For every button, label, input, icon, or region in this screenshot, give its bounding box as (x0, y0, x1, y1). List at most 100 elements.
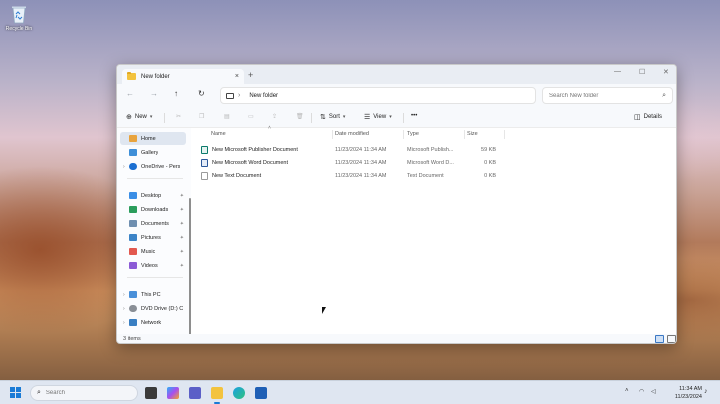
column-header-date[interactable]: Date modified (335, 131, 369, 137)
file-name: New Microsoft Word Document (212, 160, 289, 166)
share-icon[interactable]: ⇪ (272, 113, 277, 120)
divider (127, 178, 183, 179)
refresh-icon[interactable]: ↻ (198, 89, 205, 98)
search-input[interactable] (549, 92, 663, 99)
forward-arrow-icon[interactable]: → (150, 89, 158, 98)
clock-date: 11/23/2024 (674, 394, 702, 400)
start-button[interactable] (10, 387, 21, 398)
column-divider[interactable] (403, 130, 404, 139)
edge-icon[interactable] (233, 387, 245, 399)
sidebar-item-pictures[interactable]: Pictures ✦ (120, 231, 186, 244)
divider (403, 113, 404, 123)
command-bar: ⊕ New ▾ ✂ ❐ ▤ ▭ ⇪ 🗑 ⇅ Sort ▾ ☰ View ▾ ••… (117, 108, 676, 128)
sidebar-item-home[interactable]: Home (120, 132, 186, 145)
column-divider[interactable] (504, 130, 505, 139)
file-type: Microsoft Publish... (407, 147, 454, 153)
file-type: Microsoft Word D... (407, 160, 454, 166)
view-icon: ☰ (364, 114, 371, 121)
table-row[interactable]: New Microsoft Word Document 11/23/2024 1… (201, 157, 504, 169)
column-divider[interactable] (332, 130, 333, 139)
network-icon (129, 319, 137, 326)
new-tab-button[interactable]: + (248, 70, 253, 80)
sort-ascending-icon: ˄ (268, 125, 271, 131)
tab-close-icon[interactable]: × (235, 73, 239, 80)
copy-icon[interactable]: ❐ (199, 113, 204, 120)
desktop-icon (129, 192, 137, 199)
recycle-bin-desktop-icon[interactable]: Recycle Bin (4, 4, 34, 32)
folder-icon (127, 71, 136, 80)
details-view-icon[interactable] (655, 335, 664, 343)
sidebar-item-this-pc[interactable]: › This PC (120, 288, 186, 301)
path-segment-new-folder[interactable]: New folder (249, 93, 278, 99)
sidebar-item-network[interactable]: › Network (120, 316, 186, 329)
search-icon: ⌕ (37, 389, 41, 396)
file-size: 59 KB (481, 147, 496, 153)
pin-icon: ✦ (179, 248, 184, 255)
tiles-view-icon[interactable] (667, 335, 676, 343)
column-header-type[interactable]: Type (407, 131, 419, 137)
sidebar-item-onedrive[interactable]: › OneDrive - Pers (120, 160, 186, 173)
video-icon (129, 262, 137, 269)
view-button[interactable]: ☰ View ▾ (364, 113, 392, 121)
sidebar-scrollbar[interactable] (189, 198, 191, 343)
teams-icon[interactable] (189, 387, 201, 399)
clock[interactable]: 11:34 AM 11/23/2024 (668, 385, 702, 401)
taskbar-search-input[interactable] (45, 390, 126, 396)
column-divider[interactable] (464, 130, 465, 139)
back-arrow-icon[interactable]: ← (126, 89, 134, 98)
table-row[interactable]: New Text Document 11/23/2024 11:34 AM Te… (201, 170, 504, 182)
sort-label: Sort (328, 114, 340, 120)
rename-icon[interactable]: ▭ (248, 113, 254, 120)
sidebar-item-label: Gallery (141, 149, 159, 156)
path-field[interactable]: › New folder (220, 87, 536, 104)
sort-button[interactable]: ⇅ Sort ▾ (320, 113, 345, 121)
cut-icon[interactable]: ✂ (176, 113, 181, 120)
notification-bell-icon[interactable]: ♪ (704, 388, 708, 395)
word-file-icon (201, 159, 208, 167)
more-options-button[interactable]: ••• (411, 113, 417, 119)
minimize-button[interactable]: — (614, 68, 621, 75)
folder-search[interactable]: ⌕ (542, 87, 673, 104)
sidebar-item-dvd-drive[interactable]: › DVD Drive (D:) C (120, 302, 186, 315)
recycle-bin-icon (10, 4, 28, 24)
close-button[interactable]: ✕ (663, 68, 669, 76)
sidebar-item-downloads[interactable]: Downloads ✦ (120, 203, 186, 216)
chevron-right-icon: › (238, 92, 241, 99)
taskbar-search[interactable]: ⌕ (30, 385, 138, 401)
file-explorer-icon[interactable] (211, 387, 223, 404)
table-row[interactable]: New Microsoft Publisher Document 11/23/2… (201, 144, 504, 156)
task-view-icon[interactable] (145, 387, 157, 399)
item-count: 3 items (123, 336, 141, 342)
file-size: 0 KB (484, 160, 496, 166)
details-label: Details (643, 114, 662, 120)
document-icon (129, 220, 137, 227)
delete-icon[interactable]: 🗑 (296, 113, 304, 120)
column-header-name[interactable]: Name (211, 131, 226, 137)
sidebar-item-label: Network (141, 319, 162, 326)
sidebar-item-music[interactable]: Music ✦ (120, 245, 186, 258)
store-icon[interactable] (255, 387, 267, 399)
network-icon[interactable]: ◠ (639, 388, 644, 395)
new-button[interactable]: ⊕ New ▾ (126, 113, 152, 121)
paste-icon[interactable]: ▤ (224, 113, 230, 120)
sidebar-item-label: Videos (141, 262, 158, 269)
file-date: 11/23/2024 11:34 AM (335, 173, 387, 179)
sidebar-item-videos[interactable]: Videos ✦ (120, 259, 186, 272)
maximize-button[interactable]: ☐ (639, 68, 645, 76)
mouse-cursor-icon (322, 307, 326, 314)
sidebar-item-documents[interactable]: Documents ✦ (120, 217, 186, 230)
up-arrow-icon[interactable]: ↑ (174, 89, 178, 98)
volume-icon[interactable]: ◁ (651, 388, 656, 395)
copilot-icon[interactable] (167, 387, 179, 399)
status-bar: 3 items (117, 334, 676, 343)
sort-icon: ⇅ (320, 114, 326, 121)
sidebar-item-desktop[interactable]: Desktop ✦ (120, 189, 186, 202)
details-button[interactable]: ◫ Details (634, 113, 662, 121)
chevron-down-icon: ▾ (342, 114, 346, 120)
chevron-down-icon: ▾ (149, 114, 153, 120)
column-header-size[interactable]: Size (467, 131, 478, 137)
pin-icon: ✦ (179, 206, 184, 213)
chevron-up-icon[interactable]: ˄ (625, 388, 629, 394)
sidebar-item-gallery[interactable]: Gallery (120, 146, 186, 159)
tab-new-folder[interactable]: New folder × (122, 69, 244, 84)
